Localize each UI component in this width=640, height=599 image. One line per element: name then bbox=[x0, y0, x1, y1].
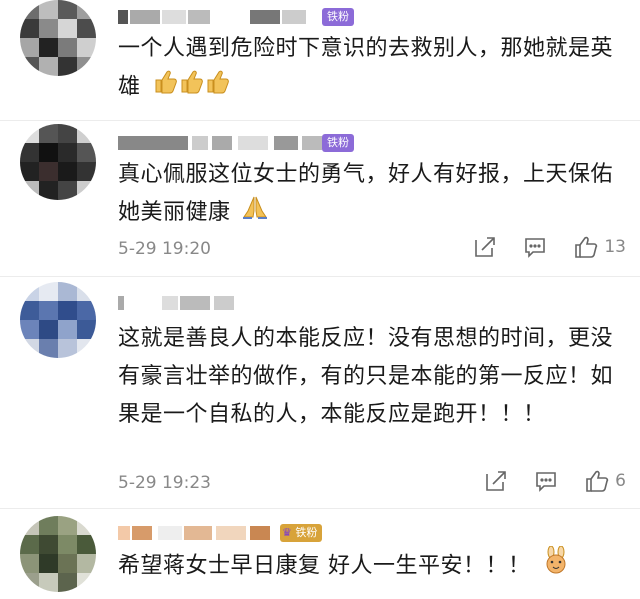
like-button[interactable]: 6 bbox=[585, 470, 626, 492]
thumbs-up-icon bbox=[152, 68, 232, 107]
comment-text: 一个人遇到危险时下意识的去救别人，那她就是英雄 bbox=[118, 30, 614, 107]
username-redacted[interactable] bbox=[118, 10, 318, 24]
thumb-up-outline-icon bbox=[586, 470, 609, 492]
thumb-up-outline-icon bbox=[575, 236, 598, 258]
comment-3: 这就是善良人的本能反应！没有思想的时间，更没有豪言壮举的做作，有的只是本能的第一… bbox=[0, 282, 640, 502]
comment-text: 真心佩服这位女士的勇气，好人有好报，上天保佑她美丽健康 bbox=[118, 156, 614, 232]
like-count: 13 bbox=[604, 237, 626, 257]
fan-badge: 铁粉 bbox=[322, 8, 354, 26]
timestamp: 5-29 19:23 bbox=[118, 473, 211, 493]
username-redacted[interactable] bbox=[118, 296, 248, 310]
crown-icon: ♛ bbox=[282, 526, 292, 539]
avatar[interactable] bbox=[20, 516, 96, 592]
comment-1: 铁粉 一个人遇到危险时下意识的去救别人，那她就是英雄 bbox=[0, 0, 640, 122]
username-redacted[interactable] bbox=[118, 526, 278, 540]
comment-text: 这就是善良人的本能反应！没有思想的时间，更没有豪言壮举的做作，有的只是本能的第一… bbox=[118, 326, 614, 427]
timestamp: 5-29 19:20 bbox=[118, 239, 211, 259]
like-button[interactable]: 13 bbox=[574, 236, 626, 258]
comment-text: 希望蒋女士早日康复 好人一生平安！！！ bbox=[118, 545, 614, 587]
reply-icon[interactable] bbox=[524, 236, 546, 258]
fan-badge: ♛ 铁粉 bbox=[280, 524, 323, 542]
avatar[interactable] bbox=[20, 124, 96, 200]
divider bbox=[0, 120, 640, 121]
comment-actions: 13 bbox=[474, 236, 626, 258]
username-redacted[interactable] bbox=[118, 136, 328, 150]
avatar[interactable] bbox=[20, 282, 96, 358]
like-count: 6 bbox=[615, 471, 626, 491]
fan-badge: 铁粉 bbox=[322, 134, 354, 152]
comment-actions: 6 bbox=[485, 470, 626, 492]
praying-hands-icon bbox=[242, 194, 268, 232]
reply-icon[interactable] bbox=[535, 470, 557, 492]
avatar[interactable] bbox=[20, 0, 96, 76]
share-icon[interactable] bbox=[474, 236, 496, 258]
comment-2: 铁粉 真心佩服这位女士的勇气，好人有好报，上天保佑她美丽健康 5-29 19:2… bbox=[0, 124, 640, 274]
comment-4: ♛ 铁粉 希望蒋女士早日康复 好人一生平安！！！ bbox=[0, 516, 640, 599]
divider bbox=[0, 276, 640, 277]
divider bbox=[0, 508, 640, 509]
share-icon[interactable] bbox=[485, 470, 507, 492]
rabbit-face-icon bbox=[542, 545, 570, 587]
